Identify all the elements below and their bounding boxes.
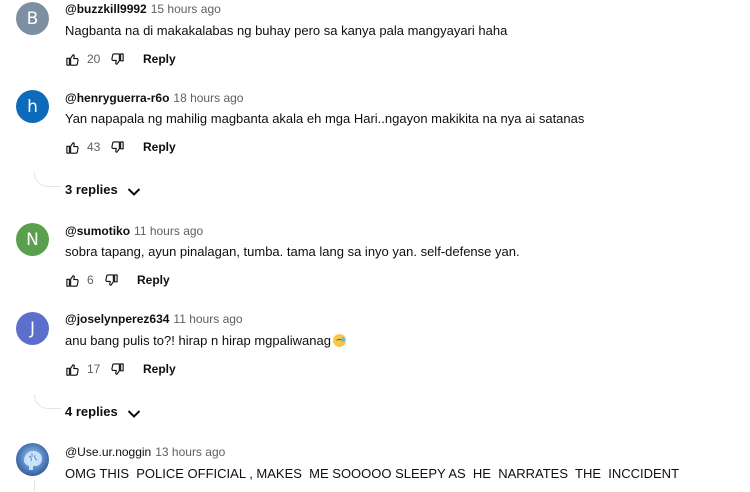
comment-text: Nagbanta na di makakalabas ng buhay pero… — [65, 23, 508, 38]
comment-time[interactable]: 11 hours ago — [134, 224, 203, 238]
thumbs-down-icon[interactable] — [110, 140, 125, 155]
comment-author[interactable]: @joselynperez634 — [65, 312, 169, 326]
avatar-initial: h — [27, 96, 38, 117]
comment-actions: 43 Reply — [65, 137, 176, 157]
thumbs-up-icon[interactable] — [65, 273, 80, 288]
comment-actions: 20 Reply — [65, 49, 176, 69]
comment-header: @sumotiko 11 hours ago — [65, 224, 203, 238]
thumbs-down-icon[interactable] — [110, 362, 125, 377]
comment-time[interactable]: 13 hours ago — [155, 445, 225, 459]
like-count: 17 — [87, 362, 101, 376]
avatar-initial: N — [26, 229, 39, 250]
thumbs-up-icon[interactable] — [65, 362, 80, 377]
comment-text: sobra tapang, ayun pinalagan, tumba. tam… — [65, 244, 520, 259]
comment-time[interactable]: 18 hours ago — [173, 91, 243, 105]
comment-text: OMG THIS POLICE OFFICIAL , MAKES ME SOOO… — [65, 466, 680, 481]
thumbs-up-icon[interactable] — [65, 140, 80, 155]
comment-author[interactable]: @henryguerra-r6o — [65, 91, 169, 105]
comment-text: anu bang pulis to?! hirap n hirap mgpali… — [65, 333, 346, 348]
avatar[interactable] — [16, 443, 49, 476]
comment-text-content: anu bang pulis to?! hirap n hirap mgpali… — [65, 333, 331, 348]
replies-label: 4 replies — [65, 404, 118, 419]
reply-button[interactable]: Reply — [137, 273, 170, 287]
comment-header: @henryguerra-r6o 18 hours ago — [65, 91, 243, 105]
like-count: 43 — [87, 140, 101, 154]
thread-line — [34, 480, 35, 492]
like-count: 6 — [87, 273, 94, 287]
chevron-down-icon — [127, 185, 141, 196]
avatar[interactable]: B — [16, 2, 49, 35]
reply-button[interactable]: Reply — [143, 140, 176, 154]
thread-line — [34, 172, 61, 187]
thumbs-down-icon[interactable] — [110, 52, 125, 67]
comment-author[interactable]: @buzzkill9992 — [65, 2, 147, 16]
comment-author[interactable]: @Use.ur.noggin — [65, 445, 151, 459]
comment-header: @buzzkill9992 15 hours ago — [65, 2, 221, 16]
comment-text: Yan napapala ng mahilig magbanta akala e… — [65, 111, 585, 126]
avatar-initial: J — [29, 318, 35, 339]
comment-header: @joselynperez634 11 hours ago — [65, 312, 243, 326]
avatar-initial: B — [26, 8, 39, 29]
like-count: 20 — [87, 52, 101, 66]
comment-time[interactable]: 11 hours ago — [173, 312, 242, 326]
comment-time[interactable]: 15 hours ago — [151, 2, 221, 16]
comment-header: @Use.ur.noggin 13 hours ago — [65, 445, 225, 459]
comment-author[interactable]: @sumotiko — [65, 224, 130, 238]
downcast-sweat-emoji-icon — [332, 334, 346, 347]
reply-button[interactable]: Reply — [143, 362, 176, 376]
thumbs-up-icon[interactable] — [65, 52, 80, 67]
comment-actions: 17 Reply — [65, 359, 176, 379]
view-replies-button[interactable]: 4 replies — [65, 404, 141, 419]
replies-label: 3 replies — [65, 182, 118, 197]
avatar[interactable]: N — [16, 223, 49, 256]
thread-line — [34, 394, 61, 409]
chevron-down-icon — [127, 407, 141, 418]
view-replies-button[interactable]: 3 replies — [65, 182, 141, 197]
brain-image-icon — [24, 451, 42, 470]
comment-actions: 6 Reply — [65, 270, 170, 290]
avatar[interactable]: J — [16, 312, 49, 345]
thumbs-down-icon[interactable] — [104, 273, 119, 288]
reply-button[interactable]: Reply — [143, 52, 176, 66]
avatar[interactable]: h — [16, 90, 49, 123]
